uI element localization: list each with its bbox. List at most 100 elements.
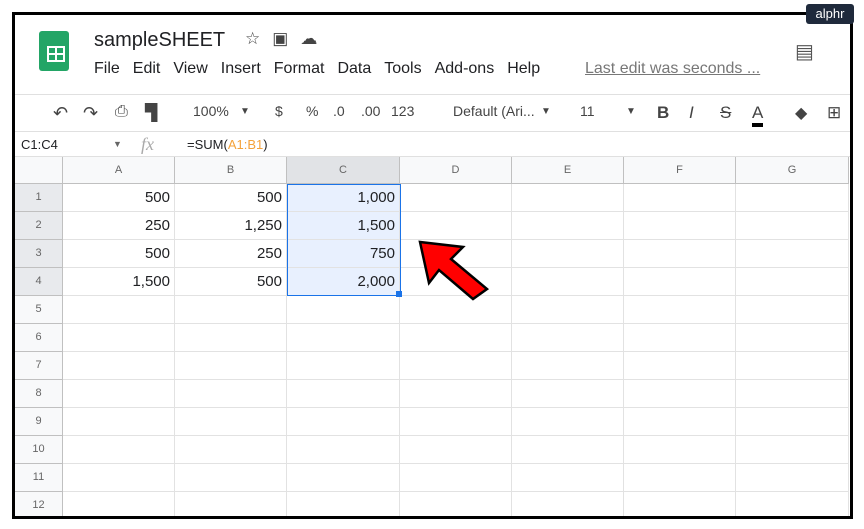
- zoom-select[interactable]: 100%: [193, 103, 229, 119]
- column-header-c[interactable]: C: [287, 157, 400, 184]
- cell[interactable]: [287, 296, 400, 324]
- cell[interactable]: [63, 324, 175, 352]
- cell[interactable]: [624, 352, 736, 380]
- cell[interactable]: [175, 464, 287, 492]
- print-icon[interactable]: ⎙: [115, 103, 128, 121]
- menu-format[interactable]: Format: [274, 60, 325, 78]
- cell[interactable]: [512, 408, 624, 436]
- cell[interactable]: [736, 464, 849, 492]
- cell[interactable]: [736, 212, 849, 240]
- menu-view[interactable]: View: [173, 60, 207, 78]
- move-folder-icon[interactable]: ▣: [272, 29, 300, 48]
- cell[interactable]: 500: [63, 240, 175, 268]
- cell[interactable]: [512, 296, 624, 324]
- cell[interactable]: [400, 436, 512, 464]
- column-header-e[interactable]: E: [512, 157, 624, 184]
- cell[interactable]: [400, 184, 512, 212]
- cell[interactable]: [175, 324, 287, 352]
- cell[interactable]: [624, 464, 736, 492]
- column-header-b[interactable]: B: [175, 157, 287, 184]
- cell[interactable]: [287, 436, 400, 464]
- row-header[interactable]: 11: [15, 464, 63, 492]
- row-header[interactable]: 7: [15, 352, 63, 380]
- cell[interactable]: [736, 268, 849, 296]
- cell[interactable]: [736, 296, 849, 324]
- cell[interactable]: 1,500: [287, 212, 400, 240]
- cell[interactable]: [624, 380, 736, 408]
- cell[interactable]: [175, 436, 287, 464]
- row-header[interactable]: 9: [15, 408, 63, 436]
- last-edit-link[interactable]: Last edit was seconds ...: [585, 60, 760, 78]
- cell[interactable]: [624, 240, 736, 268]
- column-header-f[interactable]: F: [624, 157, 736, 184]
- cell[interactable]: [736, 408, 849, 436]
- cell[interactable]: [624, 184, 736, 212]
- cell[interactable]: [287, 464, 400, 492]
- row-header[interactable]: 3: [15, 240, 63, 268]
- cell[interactable]: [400, 464, 512, 492]
- column-header-d[interactable]: D: [400, 157, 512, 184]
- italic-button[interactable]: I: [689, 103, 694, 123]
- cell[interactable]: [512, 240, 624, 268]
- cell[interactable]: [624, 408, 736, 436]
- undo-icon[interactable]: ↶: [53, 103, 68, 124]
- row-header[interactable]: 5: [15, 296, 63, 324]
- cell[interactable]: [175, 380, 287, 408]
- cell[interactable]: [624, 492, 736, 516]
- menu-edit[interactable]: Edit: [133, 60, 161, 78]
- cell[interactable]: [736, 492, 849, 516]
- doc-title[interactable]: sampleSHEET: [94, 29, 225, 52]
- cell[interactable]: [512, 492, 624, 516]
- cell[interactable]: [512, 212, 624, 240]
- percent-button[interactable]: %: [306, 103, 318, 119]
- menu-file[interactable]: File: [94, 60, 120, 78]
- cell[interactable]: [287, 324, 400, 352]
- cell[interactable]: [736, 380, 849, 408]
- cell[interactable]: [512, 464, 624, 492]
- cell[interactable]: [63, 408, 175, 436]
- cell[interactable]: [736, 240, 849, 268]
- cell[interactable]: [512, 184, 624, 212]
- more-formats-button[interactable]: 123: [391, 103, 414, 119]
- formula-input[interactable]: =SUM(A1:B1): [187, 137, 268, 152]
- cell[interactable]: [175, 352, 287, 380]
- cell[interactable]: [624, 436, 736, 464]
- cell[interactable]: [175, 408, 287, 436]
- column-header-g[interactable]: G: [736, 157, 849, 184]
- cell[interactable]: 750: [287, 240, 400, 268]
- menu-insert[interactable]: Insert: [221, 60, 261, 78]
- text-color-button[interactable]: A: [752, 103, 764, 127]
- cell[interactable]: [736, 324, 849, 352]
- font-size-select[interactable]: 11: [580, 103, 595, 119]
- cell[interactable]: [512, 380, 624, 408]
- cell[interactable]: [624, 212, 736, 240]
- increase-decimal-button[interactable]: .00: [361, 103, 380, 119]
- row-header[interactable]: 12: [15, 492, 63, 516]
- cell[interactable]: [287, 492, 400, 516]
- cell[interactable]: [400, 492, 512, 516]
- cell[interactable]: [63, 380, 175, 408]
- cell[interactable]: [736, 352, 849, 380]
- cell[interactable]: [400, 408, 512, 436]
- cell[interactable]: 1,500: [63, 268, 175, 296]
- sheets-logo-icon[interactable]: [39, 31, 69, 71]
- row-header[interactable]: 8: [15, 380, 63, 408]
- column-header-a[interactable]: A: [63, 157, 175, 184]
- cell[interactable]: [287, 380, 400, 408]
- cell[interactable]: [512, 436, 624, 464]
- row-header[interactable]: 1: [15, 184, 63, 212]
- cell[interactable]: [512, 268, 624, 296]
- cell[interactable]: [63, 464, 175, 492]
- cell[interactable]: 2,000: [287, 268, 400, 296]
- cell[interactable]: [400, 212, 512, 240]
- row-header[interactable]: 10: [15, 436, 63, 464]
- row-header[interactable]: 2: [15, 212, 63, 240]
- font-select[interactable]: Default (Ari...: [453, 103, 535, 119]
- decrease-decimal-button[interactable]: .0: [333, 103, 345, 119]
- cell[interactable]: [63, 296, 175, 324]
- menu-data[interactable]: Data: [337, 60, 371, 78]
- cell[interactable]: [400, 380, 512, 408]
- cell[interactable]: [175, 296, 287, 324]
- cell[interactable]: 500: [175, 184, 287, 212]
- star-icon[interactable]: ☆: [245, 29, 272, 48]
